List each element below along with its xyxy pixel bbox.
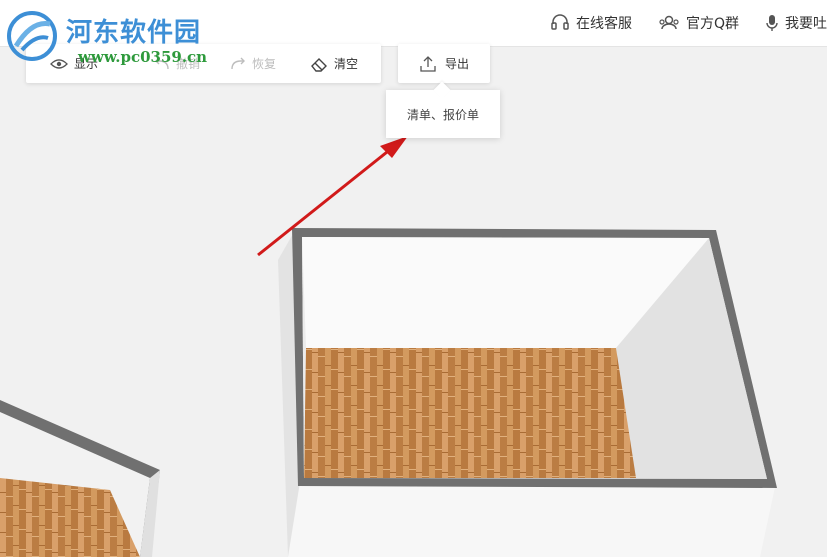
watermark-title: 河东软件园 — [66, 18, 202, 48]
watermark-url: www.pc0359.cn — [78, 48, 208, 66]
headset-icon — [551, 14, 569, 30]
feedback-link[interactable]: 我要吐 — [765, 13, 827, 33]
upload-icon — [420, 55, 436, 72]
redo-icon — [231, 57, 245, 69]
main-room[interactable] — [278, 228, 777, 557]
redo-label: 恢复 — [252, 57, 277, 71]
online-support-link[interactable]: 在线客服 — [550, 13, 632, 33]
site-logo-icon — [7, 11, 57, 61]
feedback-label: 我要吐 — [785, 16, 827, 32]
export-label: 导出 — [444, 57, 469, 71]
eraser-icon — [311, 57, 327, 72]
redo-button[interactable]: 恢复 — [230, 44, 276, 83]
second-room[interactable] — [0, 400, 160, 557]
watermark-logo: 河东软件园 www.pc0359.cn — [4, 6, 214, 70]
floor-wood — [304, 348, 636, 478]
clear-label: 清空 — [334, 57, 359, 71]
group-icon — [659, 15, 679, 30]
online-support-label: 在线客服 — [575, 16, 632, 32]
room-canvas[interactable] — [0, 0, 827, 557]
official-qq-group-link[interactable]: 官方Q群 — [658, 13, 739, 33]
export-menu-item-list-quote[interactable]: 清单、报价单 — [386, 90, 500, 138]
clear-button[interactable]: 清空 — [310, 44, 358, 83]
export-button[interactable]: 导出 — [398, 44, 490, 83]
export-menu-item-label: 清单、报价单 — [406, 107, 479, 122]
microphone-icon — [766, 15, 778, 31]
official-qq-group-label: 官方Q群 — [685, 16, 739, 32]
